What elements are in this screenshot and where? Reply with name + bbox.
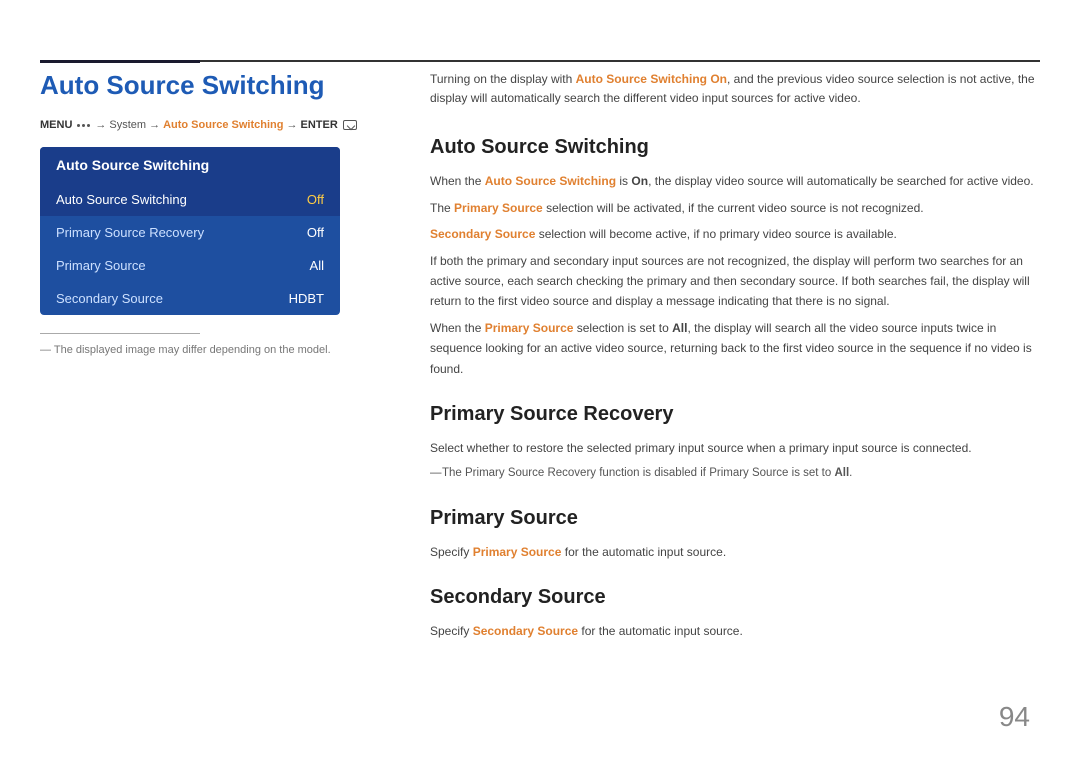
menu-item-primary-recovery-label: Primary Source Recovery [56,225,204,240]
breadcrumb-system: System [109,119,146,131]
section-auto-source-p2: The Primary Source selection will be act… [430,198,1040,218]
menu-item-primary-recovery-value: Off [307,225,324,240]
menu-item-primary-source-label: Primary Source [56,258,146,273]
top-border-accent [40,60,200,63]
breadcrumb-arrow1: → [95,119,106,131]
section-primary-source: Primary Source Specify Primary Source fo… [430,507,1040,562]
section-auto-source: Auto Source Switching When the Auto Sour… [430,136,1040,379]
section-primary-recovery: Primary Source Recovery Select whether t… [430,403,1040,483]
breadcrumb-enter: ENTER [300,119,337,131]
menu-item-primary-recovery[interactable]: Primary Source Recovery Off [40,216,340,249]
left-divider [40,333,200,334]
footnote: The displayed image may differ depending… [40,344,380,356]
menu-item-auto-source-value: Off [307,192,324,207]
section-auto-source-heading: Auto Source Switching [430,136,1040,159]
menu-box-title: Auto Source Switching [40,147,340,183]
section-secondary-source-heading: Secondary Source [430,586,1040,609]
breadcrumb-menu: MENU [40,119,72,131]
breadcrumb: MENU → System → Auto Source Switching → … [40,119,380,131]
menu-item-secondary-source[interactable]: Secondary Source HDBT [40,282,340,315]
menu-box: Auto Source Switching Auto Source Switch… [40,147,340,315]
section-primary-source-p1: Specify Primary Source for the automatic… [430,542,1040,562]
section-auto-source-p3: Secondary Source selection will become a… [430,224,1040,244]
right-column: Turning on the display with Auto Source … [420,70,1040,723]
section-primary-recovery-heading: Primary Source Recovery [430,403,1040,426]
left-column: Auto Source Switching MENU → System → Au… [40,70,380,723]
menu-item-secondary-source-value: HDBT [289,291,324,306]
section-primary-recovery-note: The Primary Source Recovery function is … [430,464,1040,482]
menu-item-auto-source-label: Auto Source Switching [56,192,187,207]
menu-item-primary-source-value: All [310,258,324,273]
menu-item-primary-source[interactable]: Primary Source All [40,249,340,282]
page-title: Auto Source Switching [40,70,380,101]
section-auto-source-p4: If both the primary and secondary input … [430,251,1040,312]
intro-before: Turning on the display with [430,72,576,86]
section-auto-source-p1: When the Auto Source Switching is On, th… [430,171,1040,191]
section-primary-source-heading: Primary Source [430,507,1040,530]
menu-item-secondary-source-label: Secondary Source [56,291,163,306]
breadcrumb-arrow3: → [286,119,297,131]
menu-dots-icon [77,124,90,127]
intro-bold: Auto Source Switching On [576,72,727,86]
section-secondary-source-p1: Specify Secondary Source for the automat… [430,621,1040,641]
section-primary-recovery-p1: Select whether to restore the selected p… [430,438,1040,458]
section-auto-source-p5: When the Primary Source selection is set… [430,318,1040,379]
section-secondary-source: Secondary Source Specify Secondary Sourc… [430,586,1040,641]
intro-text: Turning on the display with Auto Source … [430,70,1040,108]
menu-item-auto-source[interactable]: Auto Source Switching Off [40,183,340,216]
breadcrumb-active: Auto Source Switching [163,119,283,131]
breadcrumb-arrow2: → [149,119,160,131]
enter-icon [343,120,357,130]
page-number: 94 [999,701,1030,733]
